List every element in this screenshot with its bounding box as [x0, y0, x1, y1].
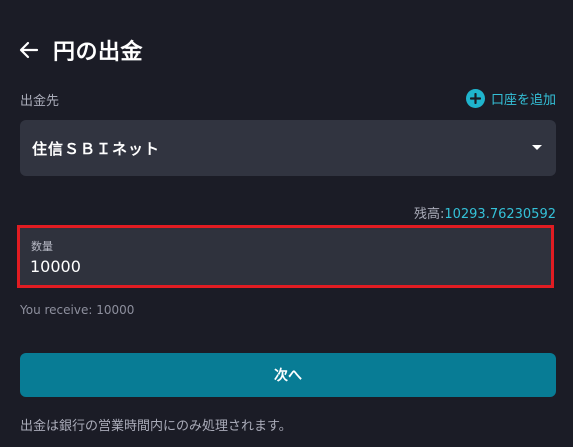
page-header: 円の出金	[18, 34, 143, 66]
page-title: 円の出金	[53, 40, 144, 65]
bank-account-select[interactable]: 住信ＳＢＩネット	[20, 120, 556, 176]
balance-display: 残高:10293.76230592	[414, 203, 556, 222]
receive-amount-text: You receive: 10000	[20, 303, 135, 317]
add-account-button[interactable]: 口座を追加	[465, 89, 556, 108]
caret-down-icon	[532, 145, 542, 150]
back-button[interactable]	[18, 39, 40, 61]
add-account-label: 口座を追加	[490, 93, 556, 108]
balance-label: 残高:	[413, 207, 445, 222]
amount-field: 数量	[17, 225, 554, 288]
next-button[interactable]: 次へ	[20, 353, 556, 397]
balance-value[interactable]: 10293.76230592	[444, 207, 556, 222]
destination-label: 出金先	[20, 94, 60, 109]
amount-input[interactable]	[30, 254, 510, 278]
plus-circle-icon	[465, 89, 485, 108]
withdraw-page: 円の出金 出金先 口座を追加 住信ＳＢＩネット 残高:10293.7623059…	[0, 0, 573, 447]
amount-label: 数量	[31, 240, 53, 253]
arrow-left-icon	[19, 41, 39, 59]
selected-bank: 住信ＳＢＩネット	[32, 139, 161, 158]
processing-notice: 出金は銀行の営業時間内にのみ処理されます。	[20, 419, 292, 434]
